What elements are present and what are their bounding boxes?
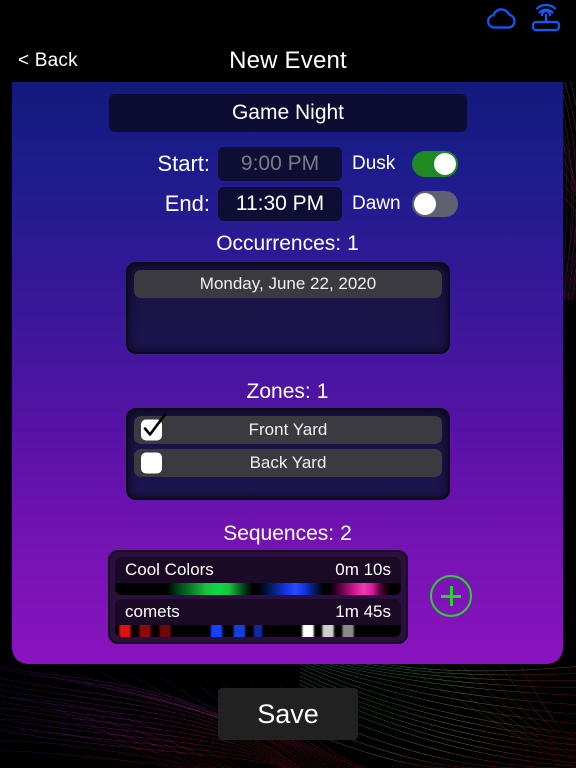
start-time-value[interactable]: 9:00 PM — [218, 147, 342, 181]
sequence-header: Cool Colors 0m 10s — [115, 557, 401, 583]
dusk-toggle-knob — [434, 153, 456, 175]
sequence-color-preview — [115, 583, 401, 595]
list-item[interactable]: Cool Colors 0m 10s — [115, 557, 401, 595]
event-name-input[interactable]: Game Night — [109, 94, 467, 132]
nav-bar: < Back New Event — [0, 40, 576, 82]
sequences-count: 2 — [340, 522, 352, 545]
checkmark-icon — [143, 413, 167, 436]
sequence-duration: 0m 10s — [335, 560, 391, 579]
status-icon-group — [484, 3, 562, 39]
cloud-icon[interactable] — [484, 6, 518, 37]
list-item[interactable]: comets 1m 45s — [115, 599, 401, 637]
list-item[interactable]: Back Yard — [134, 449, 442, 477]
sequence-color-preview — [115, 625, 401, 637]
zones-list[interactable]: Front Yard Back Yard — [126, 408, 450, 500]
start-label: Start: — [157, 151, 210, 176]
checkbox-checked-icon[interactable] — [141, 413, 167, 441]
add-sequence-button[interactable] — [430, 575, 472, 617]
dawn-label: Dawn — [352, 193, 401, 214]
page-title: New Event — [229, 47, 347, 74]
end-time-row: End: 11:30 PM Dawn — [152, 187, 462, 221]
occurrences-heading: Occurrences: 1 — [12, 232, 563, 256]
start-time-row: Start: 9:00 PM Dusk — [152, 147, 462, 181]
zone-label: Back Yard — [249, 453, 327, 472]
occurrences-list[interactable]: Monday, June 22, 2020 — [126, 262, 450, 354]
sequences-heading: Sequences: 2 — [12, 522, 563, 546]
list-item[interactable]: Front Yard — [134, 413, 442, 444]
dawn-toggle[interactable] — [412, 191, 458, 217]
sequence-name: comets — [125, 602, 180, 621]
dawn-toggle-knob — [414, 193, 436, 215]
event-form-panel: Game Night Start: 9:00 PM Dusk End: 11:3… — [12, 82, 563, 664]
end-label: End: — [164, 191, 210, 216]
sequence-name: Cool Colors — [125, 560, 214, 579]
plus-icon-vertical — [449, 586, 453, 606]
sequence-duration: 1m 45s — [335, 602, 391, 621]
occurrence-label: Monday, June 22, 2020 — [199, 274, 377, 293]
status-bar — [0, 0, 576, 40]
save-button[interactable]: Save — [218, 688, 358, 740]
zones-heading-label: Zones: — [246, 380, 311, 403]
dusk-label: Dusk — [352, 153, 396, 174]
occurrences-count: 1 — [347, 232, 359, 255]
app-root: < Back New Event Game Night Start: 9:00 … — [0, 0, 576, 768]
end-time-value[interactable]: 11:30 PM — [218, 187, 342, 221]
sequence-header: comets 1m 45s — [115, 599, 401, 625]
sequences-list[interactable]: Cool Colors 0m 10s comets 1m 45s — [108, 550, 408, 644]
occurrences-heading-label: Occurrences: — [216, 232, 342, 255]
sequences-heading-label: Sequences: — [223, 522, 335, 545]
zones-count: 1 — [316, 380, 329, 403]
zones-heading: Zones: 1 — [12, 380, 563, 404]
checkbox-unchecked-icon[interactable] — [141, 452, 162, 474]
list-item[interactable]: Monday, June 22, 2020 — [134, 270, 442, 298]
dusk-toggle[interactable] — [412, 151, 458, 177]
router-wifi-icon[interactable] — [530, 3, 562, 39]
zone-label: Front Yard — [248, 420, 328, 439]
